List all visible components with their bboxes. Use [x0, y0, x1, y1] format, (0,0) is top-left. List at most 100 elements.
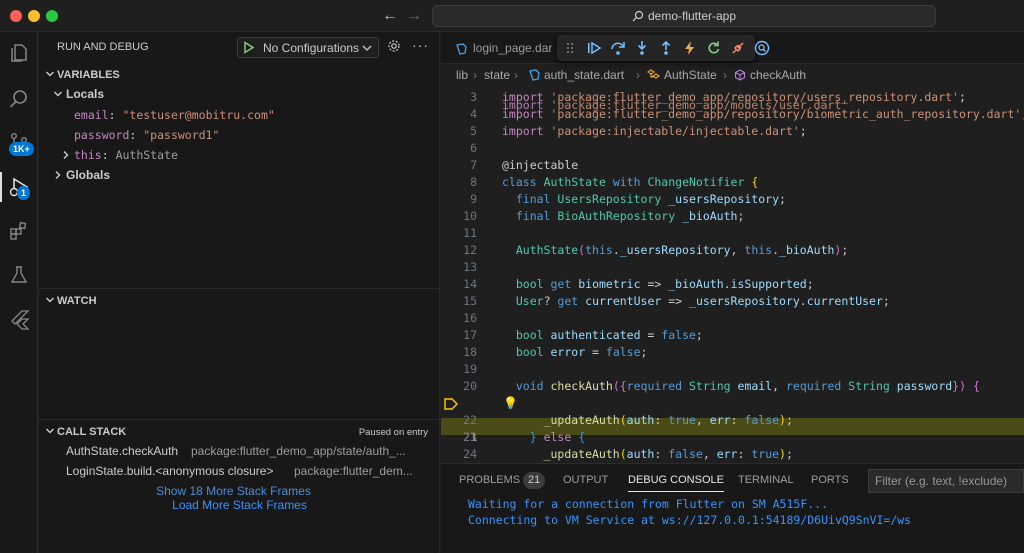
stack-frame[interactable]: AuthState.checkAuth package:flutter_demo…: [39, 441, 440, 461]
flutter-inspector-icon[interactable]: [753, 39, 771, 57]
console-output-line: Connecting to VM Service at ws://127.0.0…: [468, 513, 912, 527]
code-line: 18 bool error = false;: [463, 345, 648, 359]
load-more-frames-link[interactable]: Load More Stack Frames: [39, 498, 440, 512]
flutter-icon[interactable]: [4, 304, 34, 334]
variable-row[interactable]: email: "testuser@mobitru.com": [39, 105, 440, 125]
debug-stack-frame-icon[interactable]: [444, 398, 458, 410]
variable-name: email: [74, 108, 109, 122]
launch-configuration-select[interactable]: No Configurations: [237, 37, 379, 58]
load-more-frames-row: Load More Stack Frames: [39, 495, 440, 515]
drag-handle-icon[interactable]: [561, 39, 579, 57]
activity-bar: 1K+ 1: [0, 32, 38, 553]
lightbulb-icon[interactable]: 💡: [503, 395, 518, 412]
testing-icon[interactable]: [4, 260, 34, 290]
code-line: 15 User? get currentUser => _usersReposi…: [463, 294, 890, 308]
tab-problems[interactable]: PROBLEMS: [459, 474, 520, 486]
start-debugging-icon[interactable]: [243, 41, 255, 54]
watch-title: WATCH: [57, 295, 97, 307]
step-into-icon[interactable]: [633, 39, 651, 57]
code-line: 23 } else {: [463, 430, 586, 444]
locals-label: Locals: [66, 87, 105, 101]
sidebar-title: RUN AND DEBUG: [57, 41, 149, 53]
chevron-down-icon: [362, 45, 372, 51]
config-label: No Configurations: [263, 41, 360, 55]
console-filter-input[interactable]: [868, 469, 1024, 493]
step-out-icon[interactable]: [657, 39, 675, 57]
close-window-button[interactable]: [10, 10, 22, 22]
code-line: 6: [470, 141, 477, 155]
globals-scope[interactable]: Globals: [39, 165, 440, 185]
code-line: 4 import 'package:flutter_demo_app/reposi…: [470, 107, 1024, 121]
code-line: 16: [463, 311, 477, 325]
code-line: 12 AuthState(this._usersRepository, this…: [463, 243, 849, 257]
command-center-search[interactable]: demo-flutter-app: [432, 5, 936, 27]
tab-terminal[interactable]: TERMINAL: [738, 474, 794, 486]
tab-output[interactable]: OUTPUT: [563, 474, 608, 486]
variable-row-expandable[interactable]: this: AuthState: [39, 145, 440, 165]
stack-frame-function: LoginState.build.<anonymous closure>: [66, 464, 274, 478]
dart-file-icon: [456, 43, 467, 55]
code-line: 8 class AuthState with ChangeNotifier {: [470, 175, 759, 189]
code-line: 22 _updateAuth(auth: true, err: false);: [463, 413, 793, 427]
tab-ports[interactable]: PORTS: [811, 474, 849, 486]
extensions-icon[interactable]: [4, 216, 34, 246]
code-line: 13: [463, 260, 477, 274]
forward-arrow-icon[interactable]: →: [404, 6, 424, 26]
run-debug-sidebar: RUN AND DEBUG No Configurations ··· VARI…: [39, 32, 440, 553]
minimize-window-button[interactable]: [28, 10, 40, 22]
variable-value: "testuser@mobitru.com": [122, 108, 275, 122]
stack-frame[interactable]: LoginState.build.<anonymous closure> pac…: [39, 461, 440, 481]
code-editor[interactable]: import 'package:flutter_demo_app/models/…: [441, 86, 1024, 463]
search-icon: [632, 10, 644, 22]
code-line: 19: [463, 362, 477, 376]
chevron-down-icon: [54, 91, 62, 97]
gear-icon[interactable]: [387, 39, 401, 53]
code-line: 24 _updateAuth(auth: false, err: true);: [463, 447, 793, 461]
stack-frame-source: package:flutter_dem...: [294, 464, 413, 478]
more-actions-icon[interactable]: ···: [412, 37, 429, 53]
code-line: 21 💡 if (_usersRepository.checkCredentia…: [441, 395, 1024, 444]
editor-tab[interactable]: login_page.dar: [451, 32, 566, 64]
disconnect-icon[interactable]: [729, 39, 747, 57]
variables-title: VARIABLES: [57, 69, 120, 81]
variable-value: "password1": [143, 128, 220, 142]
debug-badge: 1: [17, 186, 31, 200]
active-view-indicator: [0, 172, 2, 202]
chevron-down-icon: [46, 297, 54, 303]
hot-reload-icon[interactable]: [681, 39, 699, 57]
tab-debug-console[interactable]: DEBUG CONSOLE: [628, 474, 724, 492]
chevron-right-icon: [55, 171, 61, 179]
restart-icon[interactable]: [705, 39, 723, 57]
locals-scope[interactable]: Locals: [39, 84, 440, 104]
back-arrow-icon[interactable]: ←: [380, 6, 400, 26]
variable-value: AuthState: [115, 148, 178, 162]
code-line: 10 final BioAuthRepository _bioAuth;: [463, 209, 745, 223]
section-divider: [39, 288, 440, 289]
chevron-down-icon: [46, 428, 54, 434]
title-bar: ← → demo-flutter-app: [0, 0, 1024, 32]
tab-label: login_page.dar: [473, 41, 553, 55]
step-over-icon[interactable]: [609, 39, 627, 57]
explorer-icon[interactable]: [4, 38, 34, 68]
problems-count-badge: 21: [523, 472, 546, 489]
continue-icon[interactable]: [585, 39, 603, 57]
editor-area: login_page.dar lib › state › auth_state.…: [441, 32, 1024, 463]
sidebar-header: RUN AND DEBUG No Configurations ···: [39, 32, 440, 62]
variables-section-header[interactable]: VARIABLES: [39, 64, 440, 86]
debug-toolbar: [557, 35, 770, 61]
bottom-panel: PROBLEMS 21 OUTPUT DEBUG CONSOLE TERMINA…: [441, 463, 1024, 553]
code-line: 11: [463, 226, 477, 240]
variable-row[interactable]: password: "password1": [39, 125, 440, 145]
source-control-badge: 1K+: [9, 142, 34, 156]
code-line: 7 @injectable: [470, 158, 579, 172]
search-icon[interactable]: [4, 84, 34, 114]
chevron-right-icon: [63, 151, 69, 159]
window-title: demo-flutter-app: [647, 9, 737, 23]
variable-name: password: [74, 128, 130, 142]
maximize-window-button[interactable]: [46, 10, 58, 22]
call-stack-title: CALL STACK: [57, 426, 127, 438]
call-stack-section-header[interactable]: CALL STACK Paused on entry: [39, 421, 440, 443]
section-divider: [39, 419, 440, 420]
code-line: 5 import 'package:injectable/injectable.d…: [470, 124, 807, 138]
watch-section-header[interactable]: WATCH: [39, 290, 440, 312]
